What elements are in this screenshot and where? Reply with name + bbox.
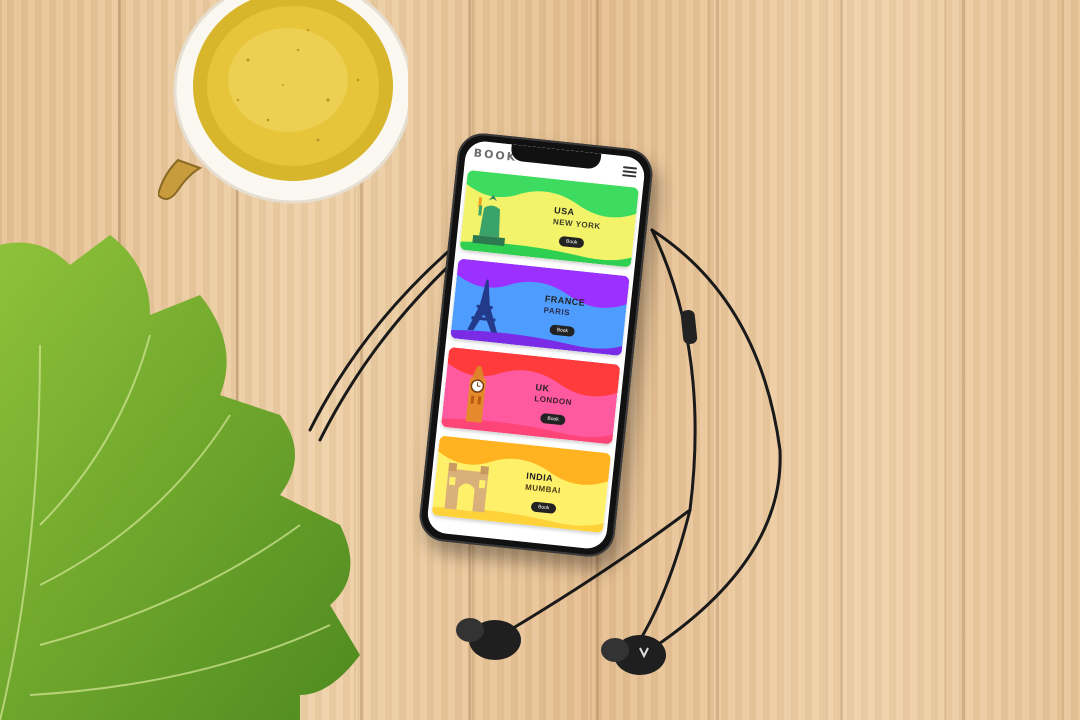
gateway-of-india-icon	[444, 462, 490, 513]
monstera-leaf-icon	[0, 235, 360, 720]
statue-of-liberty-icon	[472, 194, 505, 247]
destination-country: USA	[553, 205, 576, 218]
wood-plank-seam	[962, 0, 965, 720]
big-ben-icon	[465, 365, 487, 423]
destination-card-france[interactable]: FRANCE PARIS Book	[450, 258, 630, 356]
destination-card-india[interactable]: INDIA MUMBAI Book	[431, 435, 612, 534]
app-screen: BOOK USA NEW YORK Book FRANCE PARIS Book…	[425, 139, 647, 551]
tea-cup-icon	[158, 0, 408, 204]
destination-card-uk[interactable]: UK LONDON Book	[440, 346, 621, 445]
eiffel-tower-icon	[467, 279, 498, 333]
destination-card-usa[interactable]: USA NEW YORK Book	[459, 169, 639, 268]
destination-country: UK	[535, 382, 551, 394]
earbud-left	[456, 618, 521, 660]
hamburger-menu-icon[interactable]	[622, 166, 638, 178]
earbud-right	[601, 635, 666, 675]
destination-list: USA NEW YORK Book FRANCE PARIS Book UK L…	[428, 169, 643, 534]
wood-plank-seam	[840, 0, 843, 720]
